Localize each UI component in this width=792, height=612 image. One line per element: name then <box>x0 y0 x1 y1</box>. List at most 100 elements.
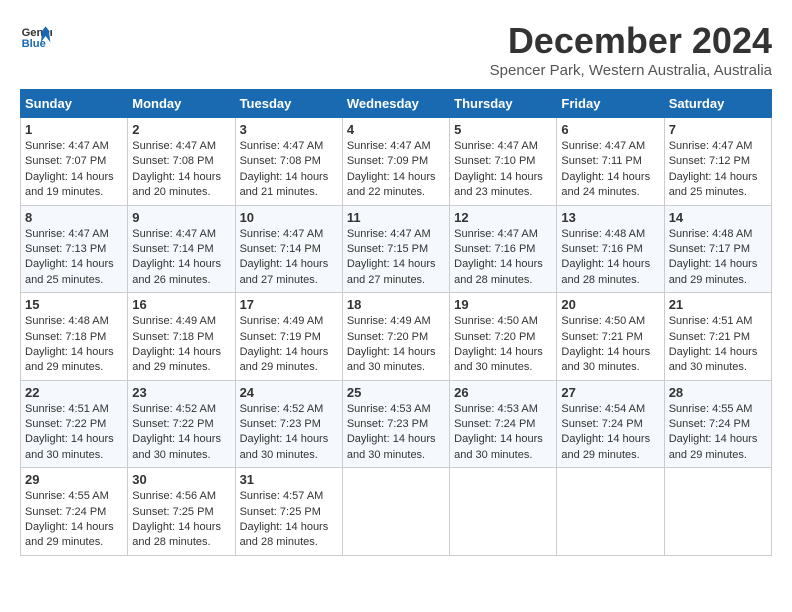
sunrise-text: Sunrise: 4:48 AM <box>25 315 109 327</box>
daylight-text: Daylight: 14 hours and 29 minutes. <box>669 433 758 460</box>
calendar-header-row: Sunday Monday Tuesday Wednesday Thursday… <box>21 90 772 118</box>
table-row: 3 Sunrise: 4:47 AM Sunset: 7:08 PM Dayli… <box>235 118 342 206</box>
day-info: Sunrise: 4:47 AM Sunset: 7:14 PM Dayligh… <box>132 227 230 289</box>
table-row: 2 Sunrise: 4:47 AM Sunset: 7:08 PM Dayli… <box>128 118 235 206</box>
daylight-text: Daylight: 14 hours and 30 minutes. <box>669 346 758 373</box>
col-friday: Friday <box>557 90 664 118</box>
sunrise-text: Sunrise: 4:47 AM <box>240 140 324 152</box>
sunset-text: Sunset: 7:21 PM <box>669 331 750 343</box>
sunrise-text: Sunrise: 4:49 AM <box>240 315 324 327</box>
day-info: Sunrise: 4:49 AM Sunset: 7:20 PM Dayligh… <box>347 314 445 376</box>
daylight-text: Daylight: 14 hours and 29 minutes. <box>240 346 329 373</box>
table-row: 16 Sunrise: 4:49 AM Sunset: 7:18 PM Dayl… <box>128 293 235 381</box>
day-info: Sunrise: 4:53 AM Sunset: 7:23 PM Dayligh… <box>347 402 445 464</box>
sunrise-text: Sunrise: 4:47 AM <box>347 140 431 152</box>
table-row: 17 Sunrise: 4:49 AM Sunset: 7:19 PM Dayl… <box>235 293 342 381</box>
table-row: 30 Sunrise: 4:56 AM Sunset: 7:25 PM Dayl… <box>128 468 235 556</box>
sunrise-text: Sunrise: 4:48 AM <box>669 228 753 240</box>
sunrise-text: Sunrise: 4:47 AM <box>669 140 753 152</box>
day-number: 12 <box>454 210 552 225</box>
day-number: 24 <box>240 385 338 400</box>
daylight-text: Daylight: 14 hours and 30 minutes. <box>454 346 543 373</box>
day-info: Sunrise: 4:47 AM Sunset: 7:13 PM Dayligh… <box>25 227 123 289</box>
month-title: December 2024 <box>490 20 772 62</box>
sunrise-text: Sunrise: 4:50 AM <box>454 315 538 327</box>
day-info: Sunrise: 4:47 AM Sunset: 7:12 PM Dayligh… <box>669 139 767 201</box>
sunset-text: Sunset: 7:25 PM <box>240 506 321 518</box>
daylight-text: Daylight: 14 hours and 30 minutes. <box>240 433 329 460</box>
day-number: 28 <box>669 385 767 400</box>
day-number: 5 <box>454 122 552 137</box>
col-thursday: Thursday <box>450 90 557 118</box>
table-row: 18 Sunrise: 4:49 AM Sunset: 7:20 PM Dayl… <box>342 293 449 381</box>
day-info: Sunrise: 4:47 AM Sunset: 7:11 PM Dayligh… <box>561 139 659 201</box>
table-row: 31 Sunrise: 4:57 AM Sunset: 7:25 PM Dayl… <box>235 468 342 556</box>
day-number: 2 <box>132 122 230 137</box>
table-row: 20 Sunrise: 4:50 AM Sunset: 7:21 PM Dayl… <box>557 293 664 381</box>
daylight-text: Daylight: 14 hours and 30 minutes. <box>561 346 650 373</box>
table-row: 25 Sunrise: 4:53 AM Sunset: 7:23 PM Dayl… <box>342 380 449 468</box>
day-info: Sunrise: 4:56 AM Sunset: 7:25 PM Dayligh… <box>132 489 230 551</box>
sunset-text: Sunset: 7:16 PM <box>454 243 535 255</box>
daylight-text: Daylight: 14 hours and 29 minutes. <box>132 346 221 373</box>
day-number: 26 <box>454 385 552 400</box>
sunrise-text: Sunrise: 4:53 AM <box>347 403 431 415</box>
sunset-text: Sunset: 7:15 PM <box>347 243 428 255</box>
sunrise-text: Sunrise: 4:47 AM <box>454 140 538 152</box>
col-wednesday: Wednesday <box>342 90 449 118</box>
sunrise-text: Sunrise: 4:50 AM <box>561 315 645 327</box>
sunrise-text: Sunrise: 4:47 AM <box>25 228 109 240</box>
sunrise-text: Sunrise: 4:56 AM <box>132 490 216 502</box>
day-number: 21 <box>669 297 767 312</box>
page-header: General Blue December 2024 Spencer Park,… <box>20 20 772 79</box>
day-number: 4 <box>347 122 445 137</box>
day-number: 25 <box>347 385 445 400</box>
location-title: Spencer Park, Western Australia, Austral… <box>490 62 772 79</box>
day-number: 19 <box>454 297 552 312</box>
day-number: 23 <box>132 385 230 400</box>
daylight-text: Daylight: 14 hours and 20 minutes. <box>132 171 221 198</box>
sunset-text: Sunset: 7:23 PM <box>240 418 321 430</box>
daylight-text: Daylight: 14 hours and 30 minutes. <box>25 433 114 460</box>
calendar-table: Sunday Monday Tuesday Wednesday Thursday… <box>20 89 772 556</box>
col-tuesday: Tuesday <box>235 90 342 118</box>
day-number: 20 <box>561 297 659 312</box>
sunrise-text: Sunrise: 4:47 AM <box>240 228 324 240</box>
day-info: Sunrise: 4:55 AM Sunset: 7:24 PM Dayligh… <box>669 402 767 464</box>
logo: General Blue <box>20 20 52 52</box>
daylight-text: Daylight: 14 hours and 24 minutes. <box>561 171 650 198</box>
day-info: Sunrise: 4:47 AM Sunset: 7:09 PM Dayligh… <box>347 139 445 201</box>
sunset-text: Sunset: 7:14 PM <box>132 243 213 255</box>
day-info: Sunrise: 4:47 AM Sunset: 7:16 PM Dayligh… <box>454 227 552 289</box>
day-info: Sunrise: 4:47 AM Sunset: 7:07 PM Dayligh… <box>25 139 123 201</box>
sunset-text: Sunset: 7:22 PM <box>25 418 106 430</box>
sunset-text: Sunset: 7:20 PM <box>347 331 428 343</box>
daylight-text: Daylight: 14 hours and 25 minutes. <box>25 258 114 285</box>
day-info: Sunrise: 4:57 AM Sunset: 7:25 PM Dayligh… <box>240 489 338 551</box>
sunset-text: Sunset: 7:24 PM <box>561 418 642 430</box>
sunrise-text: Sunrise: 4:47 AM <box>454 228 538 240</box>
day-info: Sunrise: 4:51 AM Sunset: 7:21 PM Dayligh… <box>669 314 767 376</box>
daylight-text: Daylight: 14 hours and 19 minutes. <box>25 171 114 198</box>
sunset-text: Sunset: 7:23 PM <box>347 418 428 430</box>
sunrise-text: Sunrise: 4:55 AM <box>25 490 109 502</box>
sunrise-text: Sunrise: 4:54 AM <box>561 403 645 415</box>
day-number: 7 <box>669 122 767 137</box>
col-saturday: Saturday <box>664 90 771 118</box>
sunset-text: Sunset: 7:07 PM <box>25 155 106 167</box>
sunset-text: Sunset: 7:08 PM <box>240 155 321 167</box>
daylight-text: Daylight: 14 hours and 29 minutes. <box>669 258 758 285</box>
daylight-text: Daylight: 14 hours and 29 minutes. <box>561 433 650 460</box>
day-info: Sunrise: 4:47 AM Sunset: 7:10 PM Dayligh… <box>454 139 552 201</box>
day-info: Sunrise: 4:47 AM Sunset: 7:08 PM Dayligh… <box>132 139 230 201</box>
sunset-text: Sunset: 7:14 PM <box>240 243 321 255</box>
sunset-text: Sunset: 7:10 PM <box>454 155 535 167</box>
sunrise-text: Sunrise: 4:55 AM <box>669 403 753 415</box>
sunset-text: Sunset: 7:12 PM <box>669 155 750 167</box>
table-row: 15 Sunrise: 4:48 AM Sunset: 7:18 PM Dayl… <box>21 293 128 381</box>
table-row: 13 Sunrise: 4:48 AM Sunset: 7:16 PM Dayl… <box>557 205 664 293</box>
table-row: 7 Sunrise: 4:47 AM Sunset: 7:12 PM Dayli… <box>664 118 771 206</box>
day-number: 11 <box>347 210 445 225</box>
day-info: Sunrise: 4:54 AM Sunset: 7:24 PM Dayligh… <box>561 402 659 464</box>
sunset-text: Sunset: 7:08 PM <box>132 155 213 167</box>
